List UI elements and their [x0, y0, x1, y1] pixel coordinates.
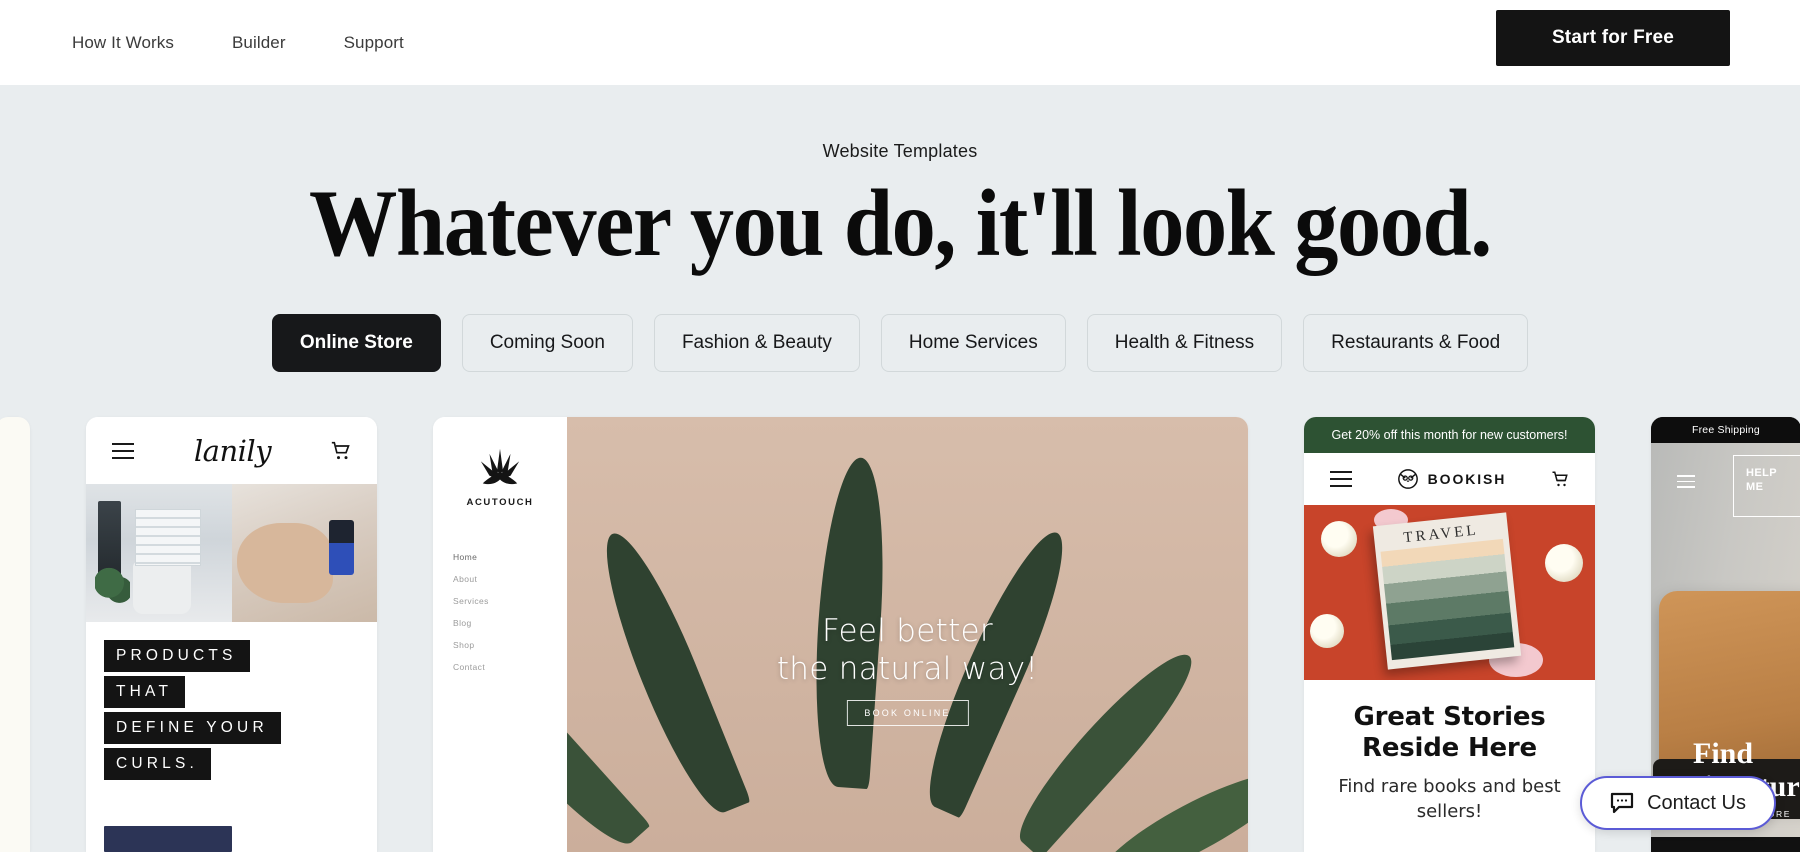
bookish-logo: BOOKISH: [1397, 468, 1507, 490]
filter-pill-restaurants-food[interactable]: Restaurants & Food: [1303, 313, 1529, 372]
top-navigation-bar: How It Works Builder Support Start for F…: [0, 0, 1800, 85]
nav-link-how-it-works[interactable]: How It Works: [72, 25, 174, 61]
acutouch-nav-services[interactable]: Services: [453, 596, 567, 606]
headline-line-3: DEFINE YOUR: [104, 712, 281, 744]
help-line-1: HELP: [1746, 467, 1777, 479]
hands-product-photo: [231, 484, 377, 622]
filter-pill-fashion-beauty[interactable]: Fashion & Beauty: [653, 313, 860, 372]
eyebrow-text: Website Templates: [822, 141, 978, 161]
card-lanily-cta-button[interactable]: [104, 826, 232, 852]
bookish-text-block: Great Stories Reside Here Find rare book…: [1304, 680, 1595, 824]
card-bookish-topbar: BOOKISH: [1304, 453, 1595, 506]
category-filter-group: Online Store Coming Soon Fashion & Beaut…: [0, 313, 1800, 372]
hamburger-icon[interactable]: [1330, 466, 1352, 492]
card-acutouch-sidebar: ACUTOUCH Home About Services Blog Shop C…: [433, 417, 567, 852]
acutouch-nav-home[interactable]: Home: [453, 552, 567, 562]
contact-us-label: Contact Us: [1647, 791, 1746, 814]
acutouch-nav-shop[interactable]: Shop: [453, 640, 567, 650]
chat-bubble-icon: [1610, 792, 1634, 814]
travel-book: TRAVEL: [1372, 512, 1521, 670]
card-acutouch-nav: Home About Services Blog Shop Contact: [433, 552, 567, 672]
acutouch-hero-text: Feel better the natural way!: [567, 613, 1248, 689]
page-title: Whatever you do, it'll look good.: [308, 170, 1492, 276]
owl-icon: [1397, 469, 1418, 490]
contact-us-widget[interactable]: Contact Us: [1580, 776, 1776, 830]
template-card-partial-left[interactable]: [0, 417, 30, 852]
hamburger-icon[interactable]: [112, 438, 134, 464]
bookish-headline: Great Stories Reside Here: [1353, 702, 1546, 763]
card-lanily-topbar: lanily: [86, 417, 377, 484]
furniture-shipping-banner: Free Shipping: [1651, 417, 1800, 443]
filter-pill-home-services[interactable]: Home Services: [880, 313, 1066, 372]
furniture-help-box[interactable]: HELP ME: [1733, 455, 1800, 517]
card-lanily-photos: [86, 484, 377, 622]
nav-link-support[interactable]: Support: [344, 25, 404, 61]
bookish-promo-banner: Get 20% off this month for new customers…: [1304, 417, 1595, 454]
template-cards-row: lanily PRODUCTS THAT DEFINE YOUR CURLS.: [0, 417, 1800, 852]
acutouch-hero-line-2: the natural way!: [776, 650, 1039, 687]
headline-line-1: PRODUCTS: [104, 640, 250, 672]
acutouch-hero-line-1: Feel better: [822, 613, 993, 649]
furniture-headline-line-1: Find: [1693, 737, 1754, 770]
template-card-bookish[interactable]: Get 20% off this month for new customers…: [1304, 417, 1595, 852]
template-card-lanily[interactable]: lanily PRODUCTS THAT DEFINE YOUR CURLS.: [86, 417, 377, 852]
acutouch-nav-about[interactable]: About: [453, 574, 567, 584]
acutouch-nav-blog[interactable]: Blog: [453, 618, 567, 628]
nav-link-builder[interactable]: Builder: [232, 25, 286, 61]
filter-pill-health-fitness[interactable]: Health & Fitness: [1086, 313, 1283, 372]
start-for-free-button[interactable]: Start for Free: [1496, 10, 1730, 66]
filter-pill-coming-soon[interactable]: Coming Soon: [461, 313, 633, 372]
card-lanily-headline: PRODUCTS THAT DEFINE YOUR CURLS.: [86, 622, 377, 784]
template-card-acutouch[interactable]: ACUTOUCH Home About Services Blog Shop C…: [433, 417, 1248, 852]
cart-icon[interactable]: [331, 441, 351, 461]
filter-pill-online-store[interactable]: Online Store: [271, 313, 441, 372]
bookish-subtext: Find rare books and best sellers!: [1338, 776, 1561, 822]
acutouch-nav-contact[interactable]: Contact: [453, 662, 567, 672]
acutouch-hero-photo: Feel better the natural way! BOOK ONLINE: [567, 417, 1248, 852]
help-line-2: ME: [1746, 481, 1764, 494]
bookish-book-photo: TRAVEL: [1304, 505, 1595, 681]
book-online-button[interactable]: BOOK ONLINE: [846, 700, 969, 726]
lanily-logo: lanily: [193, 433, 272, 468]
nav-links-group: How It Works Builder Support: [72, 25, 462, 61]
headline-line-4: CURLS.: [104, 748, 212, 780]
hamburger-icon[interactable]: [1677, 471, 1695, 492]
salon-interior-photo: [86, 484, 232, 622]
agave-leaf-icon: [480, 448, 520, 485]
bookish-logo-text: BOOKISH: [1427, 471, 1507, 488]
hero-section: Website Templates Whatever you do, it'll…: [0, 85, 1800, 852]
headline-line-2: THAT: [104, 676, 186, 708]
acutouch-logo-text: ACUTOUCH: [466, 497, 534, 508]
cart-icon[interactable]: [1551, 470, 1569, 488]
